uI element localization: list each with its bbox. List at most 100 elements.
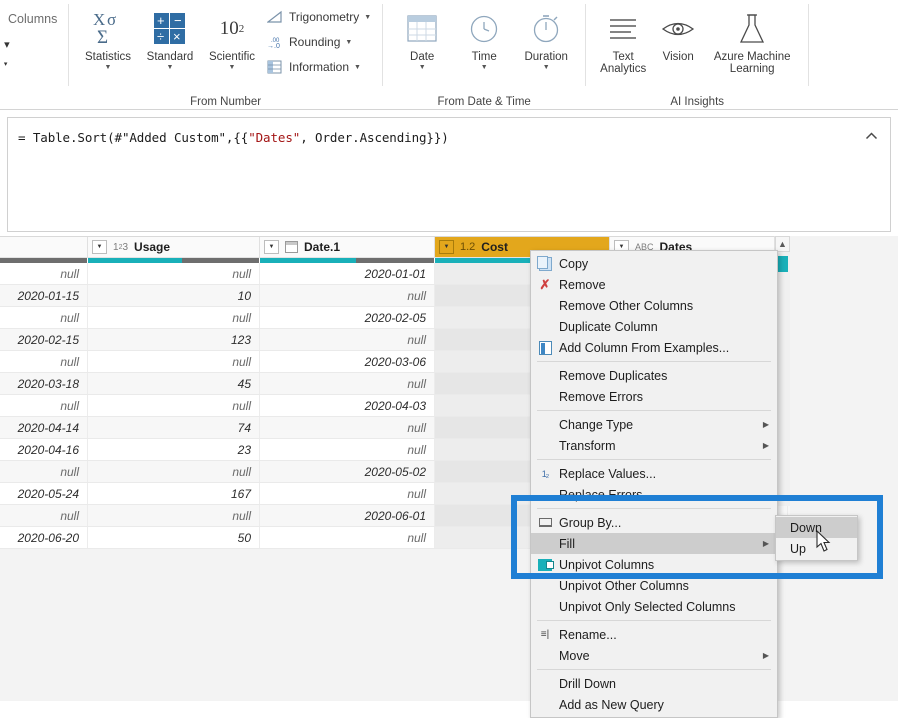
table-cell[interactable]: null	[260, 329, 435, 350]
table-cell[interactable]: 2020-06-01	[260, 505, 435, 526]
menu-item-add-as-new-query[interactable]: Add as New Query	[531, 694, 777, 715]
table-cell[interactable]: null	[88, 395, 260, 416]
partial-split-icon[interactable]: ▾	[0, 38, 9, 51]
table-cell[interactable]: 2020-03-06	[260, 351, 435, 372]
scrollbar-thumb[interactable]	[777, 256, 788, 272]
menu-item-change-type[interactable]: Change Type ▶	[531, 414, 777, 435]
decimal-number-icon[interactable]: 1.2	[460, 241, 475, 253]
table-cell[interactable]: null	[88, 461, 260, 482]
menu-item-remove[interactable]: ✗ Remove	[531, 274, 777, 295]
information-caret-icon[interactable]: ▼	[354, 64, 361, 71]
column-filter-dropdown-icon[interactable]: ▼	[439, 240, 454, 254]
duration-caret-icon[interactable]: ▼	[543, 64, 550, 71]
menu-item-remove-other-columns[interactable]: Remove Other Columns	[531, 295, 777, 316]
formula-suffix: , Order.Ascending}})	[300, 130, 449, 145]
table-cell[interactable]: null	[260, 285, 435, 306]
column-filter-dropdown-icon[interactable]: ▼	[264, 240, 279, 254]
menu-item-fill[interactable]: Fill ▶	[531, 533, 777, 554]
table-cell[interactable]: null	[0, 351, 88, 372]
table-cell[interactable]: null	[88, 351, 260, 372]
table-cell[interactable]: 2020-05-24	[0, 483, 88, 504]
menu-item-rename[interactable]: ≡| Rename...	[531, 624, 777, 645]
statistics-caret-icon[interactable]: ▼	[105, 64, 112, 71]
table-cell[interactable]: 2020-03-18	[0, 373, 88, 394]
menu-item-add-column-from-examples[interactable]: Add Column From Examples...	[531, 337, 777, 358]
menu-item-unpivot-only-selected-columns[interactable]: Unpivot Only Selected Columns	[531, 596, 777, 617]
table-cell[interactable]: null	[88, 505, 260, 526]
menu-item-copy[interactable]: Copy	[531, 253, 777, 274]
chevron-up-icon[interactable]	[862, 128, 880, 144]
menu-item-remove-errors[interactable]: Remove Errors	[531, 386, 777, 407]
table-cell[interactable]: null	[260, 373, 435, 394]
table-cell[interactable]: 2020-04-16	[0, 439, 88, 460]
table-cell[interactable]: 10	[88, 285, 260, 306]
table-cell[interactable]: null	[0, 307, 88, 328]
submenu-item-up[interactable]: Up	[776, 538, 857, 559]
table-cell[interactable]: null	[260, 483, 435, 504]
column-header-usage[interactable]: ▼ 1 2 3 Usage	[88, 237, 260, 257]
table-cell[interactable]: 50	[88, 527, 260, 548]
time-caret-icon[interactable]: ▼	[481, 64, 488, 71]
date-button[interactable]: Date ▼	[391, 3, 453, 71]
table-cell[interactable]: 2020-01-01	[260, 263, 435, 284]
table-cell[interactable]: 2020-04-03	[260, 395, 435, 416]
information-button[interactable]: Information ▼	[263, 56, 374, 78]
azure-machine-learning-button[interactable]: Azure Machine Learning	[704, 3, 800, 75]
table-cell[interactable]: 2020-01-15	[0, 285, 88, 306]
table-cell[interactable]: null	[0, 461, 88, 482]
table-cell[interactable]: 23	[88, 439, 260, 460]
scientific-caret-icon[interactable]: ▼	[229, 64, 236, 71]
table-cell[interactable]: 2020-06-20	[0, 527, 88, 548]
table-cell[interactable]: null	[260, 439, 435, 460]
table-cell[interactable]: 74	[88, 417, 260, 438]
menu-item-transform[interactable]: Transform ▶	[531, 435, 777, 456]
table-cell[interactable]: 2020-04-14	[0, 417, 88, 438]
table-cell[interactable]: 123	[88, 329, 260, 350]
partial-caret-icon[interactable]: ▾	[0, 60, 8, 68]
table-cell[interactable]: null	[88, 263, 260, 284]
menu-item-duplicate-column[interactable]: Duplicate Column	[531, 316, 777, 337]
column-header-date-1[interactable]: ▼ Date.1	[260, 237, 435, 257]
table-cell[interactable]: null	[0, 395, 88, 416]
menu-item-group-by[interactable]: Group By...	[531, 512, 777, 533]
vision-button[interactable]: Vision	[652, 3, 704, 63]
table-cell[interactable]: 167	[88, 483, 260, 504]
formula-bar[interactable]: = Table.Sort(#"Added Custom",{{"Dates", …	[7, 117, 891, 232]
standard-button[interactable]: + − ÷ × Standard ▼	[139, 3, 201, 71]
menu-item-remove-duplicates[interactable]: Remove Duplicates	[531, 365, 777, 386]
menu-item-drill-down[interactable]: Drill Down	[531, 673, 777, 694]
duration-button[interactable]: Duration ▼	[515, 3, 577, 71]
trigonometry-caret-icon[interactable]: ▼	[364, 14, 371, 21]
menu-item-replace-errors[interactable]: Replace Errors...	[531, 484, 777, 505]
formula-text[interactable]: = Table.Sort(#"Added Custom",{{"Dates", …	[18, 130, 449, 145]
table-cell[interactable]: 2020-02-05	[260, 307, 435, 328]
column-context-menu[interactable]: Copy ✗ Remove Remove Other Columns Duplicate…	[530, 250, 778, 718]
date-caret-icon[interactable]: ▼	[419, 64, 426, 71]
table-cell[interactable]: null	[0, 263, 88, 284]
standard-caret-icon[interactable]: ▼	[167, 64, 174, 71]
menu-item-move[interactable]: Move ▶	[531, 645, 777, 666]
table-cell[interactable]: null	[0, 505, 88, 526]
column-filter-dropdown-icon[interactable]: ▼	[92, 240, 107, 254]
time-button[interactable]: Time ▼	[453, 3, 515, 71]
statistics-button[interactable]: X σ Σ Statistics ▼	[77, 3, 139, 71]
table-cell[interactable]: null	[260, 417, 435, 438]
date-type-icon[interactable]	[285, 241, 298, 253]
fill-submenu[interactable]: Down Up	[775, 515, 858, 561]
trigonometry-button[interactable]: Trigonometry ▼	[263, 6, 374, 28]
table-cell[interactable]: null	[88, 307, 260, 328]
menu-item-unpivot-other-columns[interactable]: Unpivot Other Columns	[531, 575, 777, 596]
table-cell[interactable]: 45	[88, 373, 260, 394]
table-cell[interactable]: 2020-05-02	[260, 461, 435, 482]
rounding-caret-icon[interactable]: ▼	[345, 39, 352, 46]
column-header-index[interactable]	[0, 237, 88, 257]
table-cell[interactable]: null	[260, 527, 435, 548]
menu-item-replace-values[interactable]: 1₂ Replace Values...	[531, 463, 777, 484]
scientific-button[interactable]: 10 2 Scientific ▼	[201, 3, 263, 71]
submenu-item-down[interactable]: Down	[776, 517, 857, 538]
rounding-button[interactable]: .00 →.0 Rounding ▼	[263, 31, 374, 53]
menu-item-unpivot-columns[interactable]: Unpivot Columns	[531, 554, 777, 575]
table-cell[interactable]: 2020-02-15	[0, 329, 88, 350]
whole-number-icon[interactable]: 123	[113, 242, 128, 253]
text-analytics-button[interactable]: Text Analytics	[594, 3, 652, 75]
